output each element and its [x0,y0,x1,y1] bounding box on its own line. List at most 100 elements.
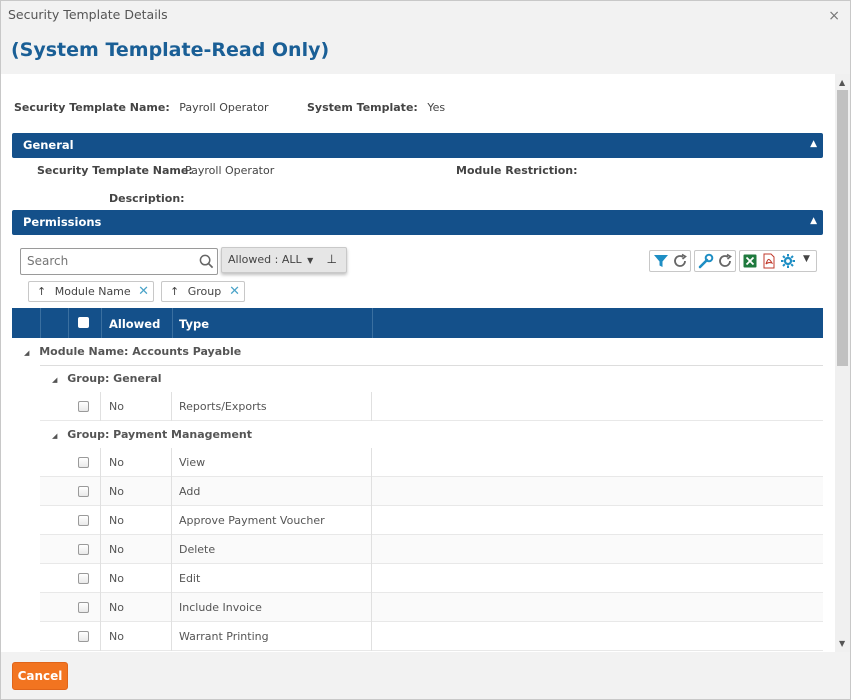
type-cell: Edit [179,572,201,585]
pdf-icon[interactable] [761,253,777,269]
row-checkbox[interactable] [78,401,89,412]
group-chip-module-name[interactable]: ↑ Module Name ✕ [28,281,154,302]
group-label: Group: Payment Management [67,428,253,441]
collapse-caret-icon[interactable]: ▲ [810,139,817,149]
allowed-cell: No [109,485,124,498]
type-cell: Warrant Printing [179,630,269,643]
scroll-down-icon[interactable]: ▼ [839,639,845,648]
dropdown-caret-icon[interactable]: ▼ [803,254,810,264]
reset-icon[interactable] [717,253,733,269]
table-row[interactable]: No Approve Payment Voucher [40,506,823,535]
summary-name-value: Payroll Operator [179,101,269,114]
search-icon[interactable] [199,254,214,269]
table-row[interactable]: No Reports/Exports [40,392,823,421]
column-header-type[interactable]: Type [179,317,209,331]
collapse-triangle-icon[interactable]: ◢ [52,376,57,384]
permissions-grid: Allowed Type ◢ Module Name: Accounts Pay… [12,308,823,652]
column-header-allowed[interactable]: Allowed [109,317,160,331]
collapse-triangle-icon[interactable]: ◢ [52,432,57,440]
wrench-icon[interactable] [698,253,714,269]
close-icon[interactable]: × [828,8,840,24]
dialog-title: Security Template Details [8,7,168,22]
excel-icon[interactable] [742,253,758,269]
grid-header: Allowed Type [12,308,823,338]
export-tool-group: ▼ [739,250,817,272]
chevron-down-icon: ▼ [307,256,314,265]
group-chip-label: Group [187,285,222,298]
summary-system-row: System Template: Yes [307,101,445,114]
group-label: Group: General [67,372,162,385]
table-row[interactable]: No Edit [40,564,823,593]
module-restriction-label: Module Restriction: [456,164,578,177]
module-group-label: Module Name: Accounts Payable [39,345,242,358]
general-section-title: General [23,138,74,152]
description-label: Description: [109,192,185,205]
cancel-button[interactable]: Cancel [12,662,68,690]
row-checkbox[interactable] [78,573,89,584]
group-chip-label: Module Name [54,285,131,298]
group-chip-group[interactable]: ↑ Group ✕ [161,281,245,302]
filter-tool-group [649,250,691,272]
table-row[interactable]: No Warrant Printing [40,622,823,651]
select-all-checkbox[interactable] [78,317,89,328]
allowed-cell: No [109,572,124,585]
refresh-icon[interactable] [672,253,688,269]
table-row[interactable]: No Include Invoice [40,593,823,622]
security-template-dialog: Security Template Details × (System Temp… [0,0,851,700]
allowed-filter-label: Allowed : ALL [228,253,302,266]
summary-name-label: Security Template Name: [14,101,170,114]
scroll-up-icon[interactable]: ▲ [839,78,845,87]
group-row[interactable]: ◢ Group: General [52,372,162,385]
dialog-titlebar: Security Template Details × [1,1,850,29]
general-name-label: Security Template Name: [37,164,193,177]
permissions-section-header[interactable]: Permissions ▲ [12,210,823,235]
row-checkbox[interactable] [78,515,89,526]
scrollbar-thumb[interactable] [837,90,848,366]
allowed-cell: No [109,601,124,614]
dialog-footer: Cancel [1,652,850,699]
table-row[interactable]: No View [40,448,823,477]
vertical-scrollbar[interactable]: ▲ ▼ [835,74,850,652]
row-checkbox[interactable] [78,602,89,613]
summary-system-value: Yes [427,101,446,114]
row-checkbox[interactable] [78,544,89,555]
allowed-cell: No [109,543,124,556]
dialog-content: Security Template Name: Payroll Operator… [1,74,835,652]
allowed-cell: No [109,400,124,413]
settings-tool-group [694,250,736,272]
type-cell: Add [179,485,201,498]
filter-icon[interactable] [653,253,669,269]
permissions-section-title: Permissions [23,215,102,229]
remove-group-icon[interactable]: ✕ [229,284,240,299]
search-box [20,248,218,275]
type-cell: View [179,456,206,469]
row-checkbox[interactable] [78,457,89,468]
collapse-caret-icon[interactable]: ▲ [810,216,817,226]
allowed-cell: No [109,514,124,527]
dialog-subheader: (System Template-Read Only) [1,29,850,74]
pin-icon[interactable]: ⊥ [327,252,337,266]
summary-system-label: System Template: [307,101,418,114]
table-row[interactable]: No Add [40,477,823,506]
remove-group-icon[interactable]: ✕ [138,284,149,299]
type-cell: Reports/Exports [179,400,267,413]
page-heading: (System Template-Read Only) [11,39,330,61]
sort-asc-icon: ↑ [37,285,47,298]
sort-asc-icon: ↑ [170,285,180,298]
allowed-filter-chip[interactable]: Allowed : ALL ▼ ⊥ [221,247,347,273]
collapse-triangle-icon[interactable]: ◢ [24,349,29,357]
gear-icon[interactable] [780,253,796,269]
row-checkbox[interactable] [78,486,89,497]
module-group-row[interactable]: ◢ Module Name: Accounts Payable [24,345,241,358]
allowed-cell: No [109,630,124,643]
search-input[interactable] [21,249,191,273]
summary-row: Security Template Name: Payroll Operator [14,101,268,114]
type-cell: Delete [179,543,216,556]
general-name-value: Payroll Operator [185,164,275,177]
table-row[interactable]: No Delete [40,535,823,564]
type-cell: Include Invoice [179,601,262,614]
general-section-header[interactable]: General ▲ [12,133,823,158]
allowed-cell: No [109,456,124,469]
row-checkbox[interactable] [78,631,89,642]
group-row[interactable]: ◢ Group: Payment Management [52,428,252,441]
